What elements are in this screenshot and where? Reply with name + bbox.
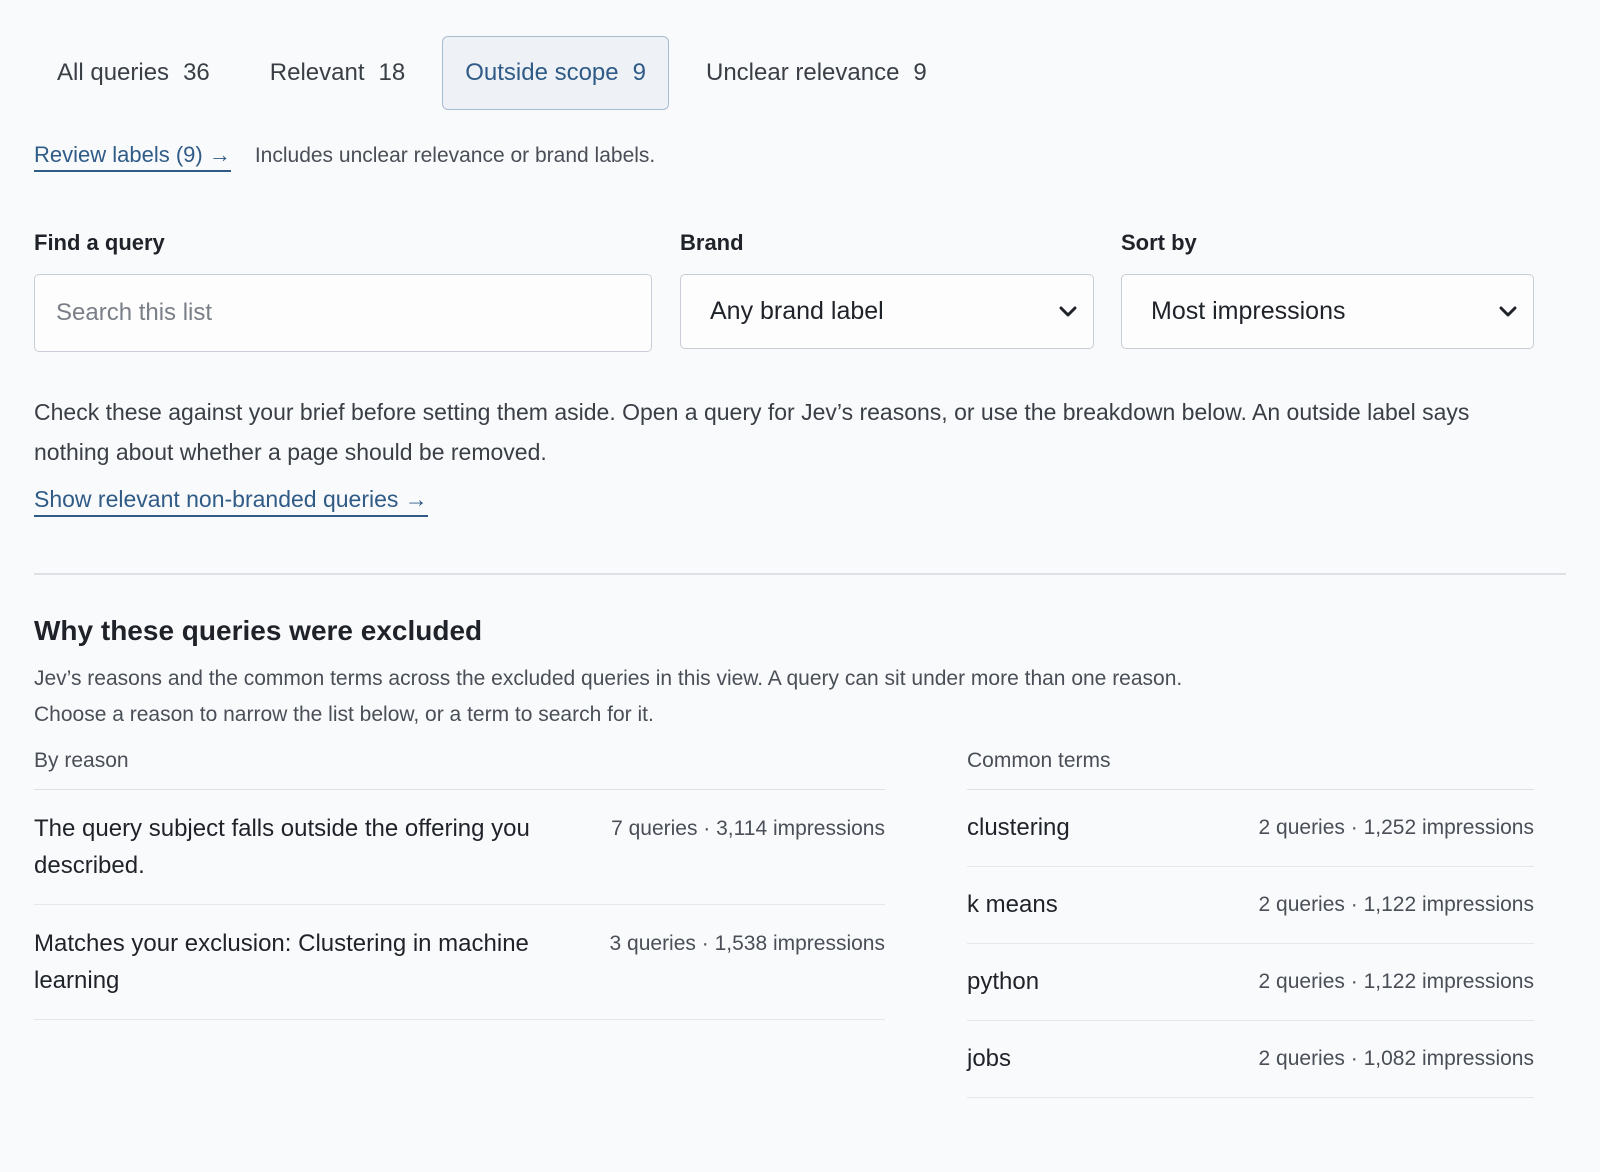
show-relevant-link[interactable]: Show relevant non-branded queries → <box>34 486 428 517</box>
reason-meta: 7 queries · 3,114 impressions <box>611 816 885 840</box>
tab-outside-scope[interactable]: Outside scope 9 <box>442 35 669 110</box>
sort-select-value: Most impressions <box>1151 297 1346 325</box>
review-row: Review labels (9) → Includes unclear rel… <box>34 142 1566 172</box>
term-meta: 2 queries · 1,082 impressions <box>1258 1047 1534 1070</box>
section-divider <box>34 573 1566 575</box>
exclusion-title: Why these queries were excluded <box>34 614 483 646</box>
brand-select-value: Any brand label <box>710 297 884 325</box>
tab-count: 36 <box>183 58 210 86</box>
tab-count: 9 <box>913 58 927 86</box>
reason-label: Matches your exclusion: Clustering in ma… <box>34 929 529 994</box>
term-label: clustering <box>967 813 1070 841</box>
term-meta: 2 queries · 1,252 impressions <box>1258 816 1534 839</box>
brand-select[interactable]: Any brand label <box>680 274 1094 349</box>
chevron-down-icon <box>1499 303 1517 321</box>
tab-count: 18 <box>378 58 406 86</box>
tab-label: Outside scope <box>465 58 619 86</box>
term-label: k means <box>967 890 1058 918</box>
term-label: python <box>967 967 1040 995</box>
term-row[interactable]: k means 2 queries · 1,122 impressions <box>967 867 1534 944</box>
by-reason-heading: By reason <box>34 749 885 790</box>
page: All queries 36 Relevant 18 Outside scope… <box>0 0 1600 1172</box>
tab-all-queries[interactable]: All queries 36 <box>34 36 233 110</box>
term-row[interactable]: clustering 2 queries · 1,252 impressions <box>967 790 1534 867</box>
common-terms-column: Common terms clustering 2 queries · 1,25… <box>967 749 1534 1098</box>
common-terms-heading: Common terms <box>967 749 1534 790</box>
review-note: Includes unclear relevance or brand labe… <box>254 144 656 167</box>
filters: Find a query Search this list Brand Any … <box>34 230 1566 352</box>
term-meta: 2 queries · 1,122 impressions <box>1258 893 1534 916</box>
term-row[interactable]: python 2 queries · 1,122 impressions <box>967 944 1534 1021</box>
tab-label: Unclear relevance <box>705 58 900 86</box>
term-meta: 2 queries · 1,122 impressions <box>1258 970 1534 993</box>
brand-field: Brand Any brand label <box>680 230 1094 352</box>
chevron-down-icon <box>1059 303 1077 321</box>
search-placeholder: Search this list <box>56 299 213 326</box>
term-label: jobs <box>967 1044 1012 1072</box>
review-labels-link[interactable]: Review labels (9) → <box>34 142 231 172</box>
tab-label: Relevant <box>269 58 365 86</box>
tab-bar: All queries 36 Relevant 18 Outside scope… <box>34 0 1566 110</box>
reason-row[interactable]: Matches your exclusion: Clustering in ma… <box>34 905 885 1020</box>
reason-meta: 3 queries · 1,538 impressions <box>609 931 885 955</box>
exclusion-subtitle: Jev’s reasons and the common terms acros… <box>34 666 1183 726</box>
sort-label: Sort by <box>1121 230 1197 255</box>
sort-field: Sort by Most impressions <box>1121 230 1534 352</box>
exclusion-breakdown: By reason The query subject falls outsid… <box>34 749 1566 1098</box>
tab-label: All queries <box>57 58 170 86</box>
search-label: Find a query <box>34 230 165 255</box>
scope-description: Check these against your brief before se… <box>34 399 1470 465</box>
by-reason-column: By reason The query subject falls outsid… <box>34 749 885 1098</box>
reason-row[interactable]: The query subject falls outside the offe… <box>34 790 885 905</box>
tab-unclear-relevance[interactable]: Unclear relevance 9 <box>683 36 950 110</box>
search-field: Find a query Search this list <box>34 230 652 352</box>
reason-label: The query subject falls outside the offe… <box>34 814 530 879</box>
tab-count: 9 <box>632 58 646 86</box>
sort-select[interactable]: Most impressions <box>1121 274 1534 349</box>
tab-relevant[interactable]: Relevant 18 <box>247 36 428 110</box>
search-input[interactable]: Search this list <box>34 274 652 352</box>
brand-label: Brand <box>680 230 744 255</box>
term-row[interactable]: jobs 2 queries · 1,082 impressions <box>967 1021 1534 1098</box>
